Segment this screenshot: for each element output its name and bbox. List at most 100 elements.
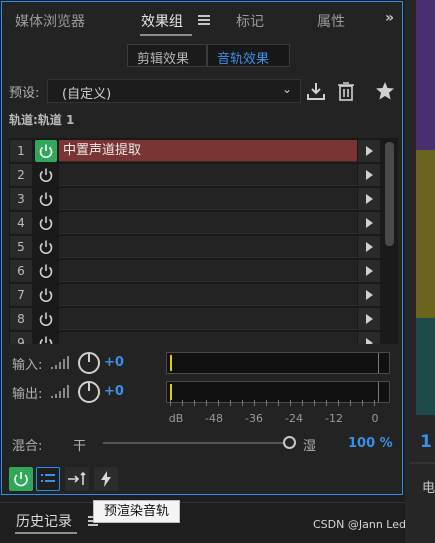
scale-label: 0 [371,412,379,425]
hamburger-menu-icon[interactable] [198,15,210,25]
effect-slot-name[interactable]: 中置声道提取 [59,140,357,162]
effect-slot: 5 [9,235,387,259]
track-label: 轨道:轨道 1 [9,113,75,127]
effect-slot: 9 [9,331,387,344]
power-icon[interactable] [35,332,57,344]
slot-number: 3 [10,188,32,210]
play-arrow-icon[interactable] [358,140,380,162]
power-icon[interactable] [35,236,57,258]
power-icon[interactable] [35,140,57,162]
rack-power-button[interactable] [9,467,33,491]
effect-slot: 8 [9,307,387,331]
tab-effects-rack[interactable]: 效果组 [141,11,183,31]
active-tab-underline [140,34,192,36]
panel-tab-bar: 媒体浏览器 效果组 标记 属性 » [2,2,402,38]
scale-label: -12 [325,412,343,425]
meter-db-scale: dB -48 -36 -24 -12 0 [168,400,390,426]
scale-label: -36 [245,412,263,425]
effect-slot: 6 [9,259,387,283]
play-arrow-icon[interactable] [358,308,380,330]
right-track-strip-teal [416,318,435,415]
preset-value: (自定义) [62,87,112,102]
play-arrow-icon[interactable] [358,332,380,344]
effect-slot-name[interactable] [59,332,357,344]
right-track-strip-olive [416,150,435,318]
effect-slot-name[interactable] [59,188,357,210]
slot-number: 6 [10,260,32,282]
power-icon[interactable] [35,308,57,330]
right-panel-divider [410,462,435,464]
play-arrow-icon[interactable] [358,284,380,306]
slot-number: 8 [10,308,32,330]
play-arrow-icon[interactable] [358,212,380,234]
mix-dry-label: 干 [73,439,87,454]
tab-media-browser[interactable]: 媒体浏览器 [15,11,85,31]
mix-slider-handle[interactable] [283,436,296,449]
chevron-down-icon: ⌄ [281,82,292,96]
effect-slot: 2 [9,163,387,187]
lightning-icon [101,471,111,487]
preset-label: 预设: [9,86,40,101]
slot-number: 7 [10,284,32,306]
show-effects-list-button[interactable] [36,467,60,491]
slot-number: 9 [10,332,32,344]
pre-render-track-button[interactable] [94,467,118,491]
track-effects-tab[interactable]: 音轨效果 [207,44,290,67]
right-track-strip-purple [416,0,435,150]
input-label: 输入: [12,358,43,373]
tab-markers[interactable]: 标记 [236,11,264,31]
effect-list-scrollbar[interactable] [385,142,394,246]
play-arrow-icon[interactable] [358,236,380,258]
output-label: 输出: [12,387,43,402]
output-level-bars-icon [51,385,69,398]
effect-slot-name[interactable] [59,164,357,186]
input-gain-value[interactable]: +0 [104,355,124,370]
mix-slider-track[interactable] [103,442,283,444]
input-meter-level [170,355,172,371]
watermark: CSDN @Jann Led [313,518,406,531]
clip-effects-tab[interactable]: 剪辑效果 [127,44,207,67]
effect-slot-name[interactable] [59,260,357,282]
routing-button[interactable] [65,467,89,491]
power-icon[interactable] [35,212,57,234]
tab-history[interactable]: 历史记录 [16,511,72,531]
power-icon[interactable] [35,188,57,210]
right-panel-number: 1 [420,432,432,452]
effect-slot: 7 [9,283,387,307]
scale-label: -24 [285,412,303,425]
output-gain-value[interactable]: +0 [104,384,124,399]
power-icon [14,472,28,487]
delete-preset-icon[interactable] [335,80,357,102]
power-icon[interactable] [35,164,57,186]
play-arrow-icon[interactable] [358,188,380,210]
tab-properties[interactable]: 属性 [317,11,345,31]
more-panels-icon[interactable]: » [385,10,394,26]
mix-value[interactable]: 100 % [348,436,393,451]
history-tab-underline [15,532,77,534]
tooltip: 预渲染音轨 [93,500,180,523]
effect-slot: 1 中置声道提取 [9,139,387,163]
output-meter-end [378,382,379,402]
mix-wet-label: 湿 [303,439,317,454]
route-arrow-icon [68,471,86,485]
output-gain-knob[interactable] [77,380,101,404]
power-icon[interactable] [35,284,57,306]
favorite-star-icon[interactable] [374,80,396,102]
save-preset-icon[interactable] [305,80,327,102]
input-gain-knob[interactable] [77,351,101,375]
play-arrow-icon[interactable] [358,164,380,186]
effect-slot: 4 [9,211,387,235]
panel-divider [0,502,405,503]
effect-slot: 3 [9,187,387,211]
output-meter-level [170,384,172,400]
mix-label: 混合: [12,439,43,454]
effect-slot-name[interactable] [59,236,357,258]
slot-number: 2 [10,164,32,186]
play-arrow-icon[interactable] [358,260,380,282]
power-icon[interactable] [35,260,57,282]
preset-dropdown[interactable]: (自定义) ⌄ [47,79,301,103]
effect-slot-name[interactable] [59,284,357,306]
effect-slot-name[interactable] [59,212,357,234]
input-meter-end [378,353,379,373]
effect-slot-name[interactable] [59,308,357,330]
